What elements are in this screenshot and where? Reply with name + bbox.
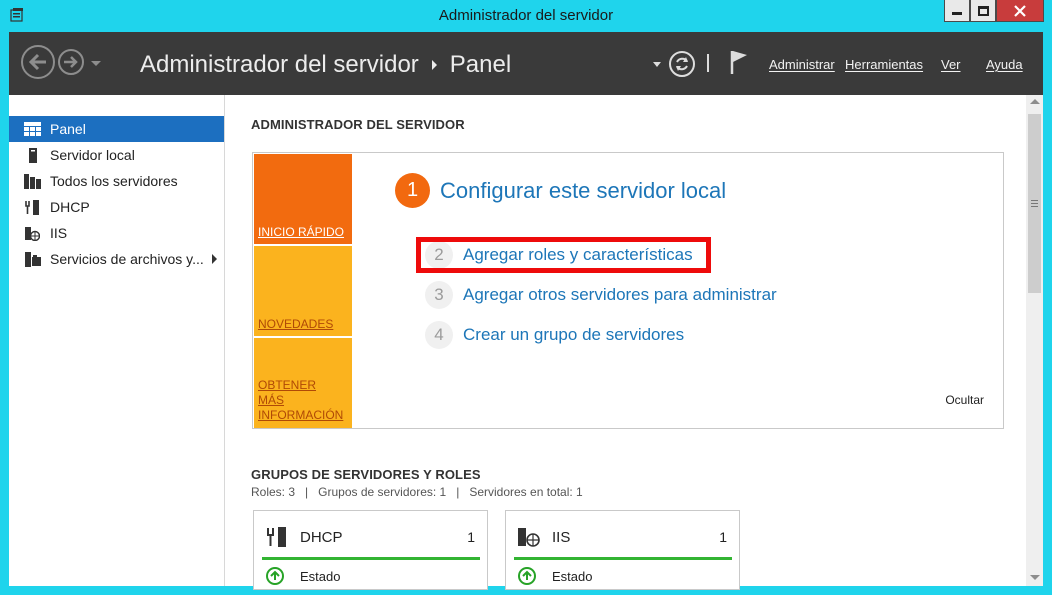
window-title: Administrador del servidor bbox=[438, 7, 614, 24]
refresh-button[interactable] bbox=[669, 51, 695, 77]
step1-number: 1 bbox=[395, 173, 430, 208]
sidebar-item-label: Servidor local bbox=[50, 147, 135, 163]
sidebar-item-label: Servicios de archivos y... bbox=[50, 251, 204, 267]
step-label[interactable]: Agregar otros servidores para administra… bbox=[463, 285, 777, 305]
sidebar-item-label: Panel bbox=[50, 121, 86, 137]
status-bar bbox=[514, 557, 732, 560]
status-ok-icon bbox=[266, 567, 284, 585]
back-arrow-icon bbox=[28, 53, 46, 71]
iis-icon bbox=[518, 527, 540, 547]
header-bar: Administrador del servidor Panel Adminis… bbox=[9, 32, 1043, 95]
sidebar-item-file-services[interactable]: Servicios de archivos y... bbox=[9, 246, 224, 272]
back-button[interactable] bbox=[21, 45, 55, 79]
minimize-icon bbox=[952, 12, 962, 15]
card-count: 1 bbox=[719, 529, 727, 545]
main-pane: ADMINISTRADOR DEL SERVIDOR INICIO RÁPIDO… bbox=[226, 95, 1026, 590]
role-card-iis[interactable]: IIS 1 Estado bbox=[505, 510, 740, 590]
card-count: 1 bbox=[467, 529, 475, 545]
forward-button[interactable] bbox=[58, 49, 84, 75]
step1-configure-local-server[interactable]: Configurar este servidor local bbox=[440, 178, 726, 204]
grip-icon bbox=[1031, 200, 1038, 207]
groups-heading: GRUPOS DE SERVIDORES Y ROLES bbox=[251, 467, 481, 482]
menu-tools[interactable]: Herramientas bbox=[845, 57, 923, 72]
dhcp-icon bbox=[266, 527, 288, 547]
sidebar-item-panel[interactable]: Panel bbox=[9, 116, 224, 142]
dashboard-icon bbox=[24, 122, 41, 137]
quick-start-panel: INICIO RÁPIDO NOVEDADES OBTENER MÁS INFO… bbox=[252, 152, 1004, 429]
tile-whats-new[interactable]: NOVEDADES bbox=[254, 246, 352, 336]
title-bar: Administrador del servidor bbox=[0, 0, 1052, 32]
card-status-label[interactable]: Estado bbox=[300, 569, 340, 584]
header-divider bbox=[707, 54, 709, 72]
refresh-dropdown-icon[interactable] bbox=[653, 62, 661, 67]
menu-manage[interactable]: Administrar bbox=[769, 57, 835, 72]
sidebar-item-iis[interactable]: IIS bbox=[9, 220, 224, 246]
card-title: IIS bbox=[552, 529, 571, 546]
minimize-button[interactable] bbox=[944, 0, 970, 22]
breadcrumb-root[interactable]: Administrador del servidor bbox=[140, 51, 419, 79]
welcome-heading: ADMINISTRADOR DEL SERVIDOR bbox=[251, 117, 465, 132]
scroll-up-icon[interactable] bbox=[1030, 99, 1040, 104]
vertical-scrollbar[interactable] bbox=[1026, 95, 1043, 586]
app-window: Administrador del servidor Administrador… bbox=[0, 0, 1052, 595]
history-dropdown-icon[interactable] bbox=[91, 61, 101, 66]
notifications-flag-icon[interactable] bbox=[729, 49, 749, 75]
menu-view[interactable]: Ver bbox=[941, 57, 961, 72]
step-number: 4 bbox=[425, 321, 453, 349]
status-ok-icon bbox=[518, 567, 536, 585]
sidebar-item-label: IIS bbox=[50, 225, 68, 241]
groups-summary: Roles: 3 | Grupos de servidores: 1 | Ser… bbox=[251, 485, 583, 499]
step-label[interactable]: Crear un grupo de servidores bbox=[463, 325, 684, 345]
card-status-label[interactable]: Estado bbox=[552, 569, 592, 584]
iis-icon bbox=[24, 226, 41, 241]
step-number: 3 bbox=[425, 281, 453, 309]
sidebar-item-dhcp[interactable]: DHCP bbox=[9, 194, 224, 220]
step4-create-group[interactable]: 4 Crear un grupo de servidores bbox=[425, 321, 684, 349]
breadcrumb-current: Panel bbox=[449, 51, 512, 78]
sidebar-item-local-server[interactable]: Servidor local bbox=[9, 142, 224, 168]
forward-arrow-icon bbox=[64, 56, 78, 68]
tile-quick-start[interactable]: INICIO RÁPIDO bbox=[254, 154, 352, 244]
sidebar-item-label: Todos los servidores bbox=[50, 173, 178, 189]
tile-learn-more[interactable]: OBTENER MÁS INFORMACIÓN bbox=[254, 338, 352, 428]
servers-icon bbox=[24, 173, 41, 189]
breadcrumb-separator-icon bbox=[431, 60, 437, 70]
breadcrumb: Administrador del servidor Panel bbox=[140, 51, 511, 79]
close-button[interactable] bbox=[996, 0, 1044, 22]
card-title: DHCP bbox=[300, 529, 343, 546]
expand-arrow-icon[interactable] bbox=[212, 254, 217, 264]
window-controls bbox=[944, 0, 1044, 22]
maximize-icon bbox=[977, 5, 989, 16]
highlight-box bbox=[416, 237, 711, 273]
menu-help[interactable]: Ayuda bbox=[986, 57, 1023, 72]
sidebar-item-label: DHCP bbox=[50, 199, 90, 215]
close-icon bbox=[1014, 4, 1026, 17]
sidebar: Panel Servidor local Todos los servidore… bbox=[9, 95, 225, 586]
status-bar bbox=[262, 557, 480, 560]
step3-add-servers[interactable]: 3 Agregar otros servidores para administ… bbox=[425, 281, 777, 309]
role-card-dhcp[interactable]: DHCP 1 Estado bbox=[253, 510, 488, 590]
scroll-thumb[interactable] bbox=[1028, 114, 1041, 293]
dhcp-icon bbox=[24, 199, 41, 215]
refresh-icon bbox=[676, 57, 688, 71]
content-area: Panel Servidor local Todos los servidore… bbox=[9, 95, 1043, 590]
server-icon bbox=[24, 147, 41, 163]
maximize-button[interactable] bbox=[970, 0, 996, 22]
hide-link[interactable]: Ocultar bbox=[945, 393, 984, 407]
scroll-down-icon[interactable] bbox=[1030, 575, 1040, 580]
file-services-icon bbox=[24, 251, 41, 267]
sidebar-item-all-servers[interactable]: Todos los servidores bbox=[9, 168, 224, 194]
